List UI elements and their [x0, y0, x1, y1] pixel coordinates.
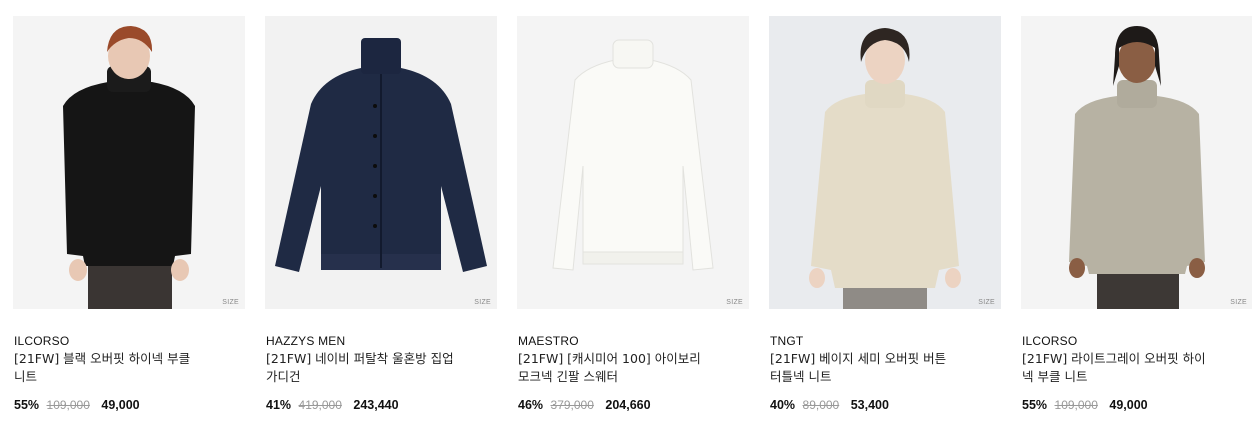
product-image[interactable]: SIZE: [265, 16, 497, 309]
discount-rate: 41%: [266, 398, 292, 412]
price-row: 41% 419,000 243,440: [266, 398, 399, 412]
price-row: 55% 109,000 49,000: [1022, 398, 1148, 412]
original-price: 109,000: [1054, 398, 1098, 412]
size-label: SIZE: [474, 299, 491, 306]
product-name[interactable]: [21FW] 블랙 오버핏 하이넥 부클 니트: [14, 350, 219, 386]
discount-rate: 55%: [14, 398, 40, 412]
ivory-sweater-image: [517, 16, 749, 309]
product-name[interactable]: [21FW] 네이비 퍼탈착 울혼방 집업 가디건: [266, 350, 471, 386]
brand-name: MAESTRO: [518, 334, 579, 348]
original-price: 109,000: [46, 398, 90, 412]
product-name[interactable]: [21FW] [캐시미어 100] 아이보리 모크넥 긴팔 스웨터: [518, 350, 723, 386]
sale-price: 49,000: [1109, 398, 1148, 412]
price-row: 55% 109,000 49,000: [14, 398, 140, 412]
discount-rate: 55%: [1022, 398, 1048, 412]
product-image[interactable]: SIZE: [517, 16, 749, 309]
brand-name: TNGT: [770, 334, 804, 348]
brand-name: ILCORSO: [14, 334, 70, 348]
brand-name: ILCORSO: [1022, 334, 1078, 348]
size-label: SIZE: [978, 299, 995, 306]
product-name[interactable]: [21FW] 라이트그레이 오버핏 하이 넥 부클 니트: [1022, 350, 1227, 386]
original-price: 89,000: [802, 398, 840, 412]
product-card[interactable]: SIZE ILCORSO [21FW] 라이트그레이 오버핏 하이 넥 부클 니…: [1021, 16, 1252, 412]
product-name[interactable]: [21FW] 베이지 세미 오버핏 버튼 터틀넥 니트: [770, 350, 975, 386]
discount-rate: 40%: [770, 398, 796, 412]
product-grid: SIZE ILCORSO [21FW] 블랙 오버핏 하이넥 부클 니트 55%…: [0, 0, 1252, 439]
sale-price: 243,440: [353, 398, 399, 412]
sale-price: 49,000: [101, 398, 140, 412]
brand-name: HAZZYS MEN: [266, 334, 346, 348]
model-beige-turtleneck-image: [769, 16, 1001, 309]
sale-price: 53,400: [850, 398, 889, 412]
model-black-knit-image: [13, 16, 245, 309]
product-card[interactable]: SIZE ILCORSO [21FW] 블랙 오버핏 하이넥 부클 니트 55%…: [13, 16, 245, 412]
navy-cardigan-image: [265, 16, 497, 309]
product-image[interactable]: SIZE: [769, 16, 1001, 309]
model-light-gray-knit-image: [1021, 16, 1252, 309]
discount-rate: 46%: [518, 398, 544, 412]
size-label: SIZE: [1230, 299, 1247, 306]
sale-price: 204,660: [605, 398, 651, 412]
size-label: SIZE: [222, 299, 239, 306]
product-image[interactable]: SIZE: [1021, 16, 1252, 309]
price-row: 40% 89,000 53,400: [770, 398, 889, 412]
product-image[interactable]: SIZE: [13, 16, 245, 309]
product-card[interactable]: SIZE TNGT [21FW] 베이지 세미 오버핏 버튼 터틀넥 니트 40…: [769, 16, 1001, 412]
price-row: 46% 379,000 204,660: [518, 398, 651, 412]
original-price: 419,000: [298, 398, 342, 412]
original-price: 379,000: [550, 398, 594, 412]
size-label: SIZE: [726, 299, 743, 306]
product-card[interactable]: SIZE MAESTRO [21FW] [캐시미어 100] 아이보리 모크넥 …: [517, 16, 749, 412]
product-card[interactable]: SIZE HAZZYS MEN [21FW] 네이비 퍼탈착 울혼방 집업 가디…: [265, 16, 497, 412]
